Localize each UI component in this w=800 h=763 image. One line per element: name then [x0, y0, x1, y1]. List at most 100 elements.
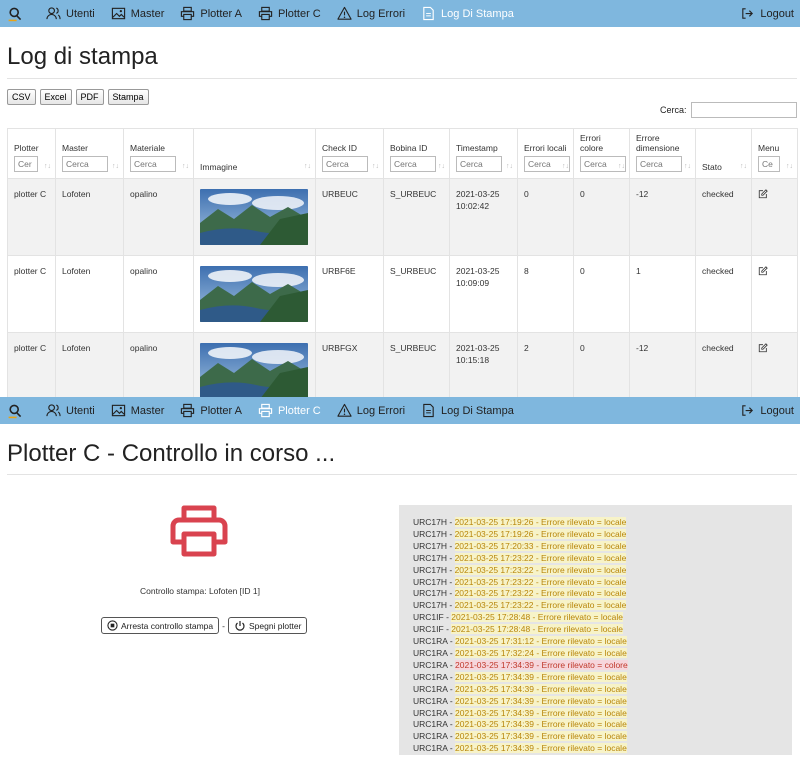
search-input[interactable] [690, 102, 797, 118]
users-icon [46, 6, 66, 21]
column-header-menu[interactable]: Menu ↑↓ [751, 128, 798, 179]
column-header-immagine[interactable]: Immagine ↑↓ [193, 128, 316, 179]
logout-label: Logout [760, 404, 794, 417]
sort-icon[interactable]: ↑↓ [618, 163, 625, 170]
edit-icon[interactable] [758, 189, 768, 201]
log-separator: - [447, 588, 455, 599]
column-filter-input[interactable] [390, 156, 436, 172]
log-entry: URC1IF - 2021-03-25 17:28:48 - Errore ri… [413, 624, 792, 636]
column-label: Bobina ID [390, 143, 428, 153]
export-pdf-button[interactable]: PDF [75, 89, 104, 105]
log-entry: URC1RA - 2021-03-25 17:34:39 - Errore ri… [413, 683, 792, 696]
page-title: Log di stampa [7, 43, 158, 70]
power-icon [235, 620, 245, 631]
nav-item-master[interactable]: Master [111, 6, 164, 21]
column-label: Errore dimensione [636, 133, 680, 153]
nav-item-plotter-c[interactable]: Plotter C [258, 6, 321, 21]
column-label: Immagine [200, 162, 238, 172]
log-entry: URC17H - 2021-03-25 17:23:22 - Errore ri… [413, 588, 792, 600]
column-header-errori-locali[interactable]: Errori locali ↑↓ [517, 128, 574, 179]
column-filter-input[interactable] [322, 156, 368, 172]
column-header-stato[interactable]: Stato ↑↓ [695, 128, 752, 179]
timestamp-time: 10:15:18 [456, 355, 490, 365]
sort-icon[interactable]: ↑↓ [562, 163, 569, 170]
log-code: URC1RA [413, 719, 448, 730]
stop-control-button[interactable]: Arresta controllo stampa [101, 617, 220, 634]
column-label: Menu [758, 143, 780, 153]
column-header-bobina-id[interactable]: Bobina ID ↑↓ [383, 128, 450, 179]
log-message: 2021-03-25 17:34:39 - Errore rilevato = … [455, 707, 627, 718]
log-message: 2021-03-25 17:34:39 - Errore rilevato = … [455, 731, 627, 742]
column-filter-input[interactable] [14, 156, 38, 172]
warning-icon [337, 403, 357, 418]
cell-image [193, 255, 316, 333]
sort-icon[interactable]: ↑↓ [304, 163, 311, 170]
column-label: Materiale [130, 143, 165, 153]
sort-icon[interactable]: ↑↓ [182, 163, 189, 170]
column-header-errori-colore[interactable]: Errori colore ↑↓ [573, 128, 630, 179]
sort-icon[interactable]: ↑↓ [112, 163, 119, 170]
log-entry: URC17H - 2021-03-25 17:23:22 - Errore ri… [413, 576, 792, 589]
log-code: URC1RA [413, 636, 448, 647]
export-excel-button[interactable]: Excel [39, 89, 72, 105]
log-message: 2021-03-25 17:19:26 - Errore rilevato = … [454, 528, 627, 539]
sort-icon[interactable]: ↑↓ [438, 163, 445, 170]
cell-master: Lofoten [55, 178, 124, 256]
cell-materiale: opalino [123, 255, 194, 333]
nav-item-log-di-stampa[interactable]: Log Di Stampa [421, 403, 514, 418]
edit-icon[interactable] [758, 266, 768, 278]
nav-item-master[interactable]: Master [111, 403, 164, 418]
nav-item-log-errori[interactable]: Log Errori [337, 6, 405, 21]
log-message: 2021-03-25 17:34:39 - Errore rilevato = … [455, 719, 627, 730]
column-filter-input[interactable] [758, 156, 780, 172]
cell-err-dim: 1 [629, 255, 696, 333]
cell-err-colore: 0 [573, 255, 630, 333]
sort-icon[interactable]: ↑↓ [372, 163, 379, 170]
nav-item-plotter-c[interactable]: Plotter C [258, 403, 321, 418]
master-thumbnail[interactable] [200, 189, 308, 245]
log-entry: URC1RA - 2021-03-25 17:34:39 - Errore ri… [413, 707, 792, 720]
master-thumbnail[interactable] [200, 343, 308, 399]
master-thumbnail[interactable] [200, 266, 308, 322]
log-separator: - [447, 576, 455, 587]
nav-item-utenti[interactable]: Utenti [46, 403, 95, 418]
cell-plotter: plotter C [7, 178, 56, 256]
cell-stato: checked [695, 178, 752, 256]
nav-item-plotter-a[interactable]: Plotter A [180, 403, 242, 418]
column-filter-input[interactable] [636, 156, 682, 172]
power-off-button[interactable]: Spegni plotter [227, 617, 308, 634]
nav-item-log-errori[interactable]: Log Errori [337, 403, 405, 418]
log-message: 2021-03-25 17:28:48 - Errore rilevato = … [451, 612, 624, 623]
logo-icon[interactable] [4, 400, 26, 422]
sort-icon[interactable]: ↑↓ [44, 163, 51, 170]
sort-icon[interactable]: ↑↓ [786, 163, 793, 170]
sort-icon[interactable]: ↑↓ [506, 163, 513, 170]
title-divider [7, 474, 797, 475]
nav-item-plotter-a[interactable]: Plotter A [180, 6, 242, 21]
column-header-errore-dimensione[interactable]: Errore dimensione ↑↓ [629, 128, 696, 179]
log-code: URC17H [413, 540, 448, 551]
column-header-check-id[interactable]: Check ID ↑↓ [315, 128, 384, 179]
sort-icon[interactable]: ↑↓ [684, 163, 691, 170]
edit-icon[interactable] [758, 343, 768, 355]
column-header-timestamp[interactable]: Timestamp ↑↓ [449, 128, 518, 179]
image-icon [111, 6, 131, 21]
column-filter-input[interactable] [456, 156, 502, 172]
nav-item-utenti[interactable]: Utenti [46, 6, 95, 21]
logout-button[interactable]: Logout [740, 403, 794, 418]
column-header-master[interactable]: Master ↑↓ [55, 128, 124, 179]
logo-icon[interactable] [4, 3, 26, 25]
cell-timestamp: 2021-03-25 10:02:42 [449, 178, 518, 256]
logout-button[interactable]: Logout [740, 6, 794, 21]
sort-icon[interactable]: ↑↓ [740, 163, 747, 170]
nav-item-log-di-stampa[interactable]: Log Di Stampa [421, 6, 514, 21]
column-filter-input[interactable] [130, 156, 176, 172]
export-csv-button[interactable]: CSV [7, 89, 36, 105]
column-header-materiale[interactable]: Materiale ↑↓ [123, 128, 194, 179]
column-filter-input[interactable] [62, 156, 108, 172]
printer-icon [258, 403, 278, 418]
cell-err-locali: 8 [517, 255, 574, 333]
export-stampa-button[interactable]: Stampa [107, 89, 149, 105]
column-header-plotter[interactable]: Plotter ↑↓ [7, 128, 56, 179]
nav-item-label: Plotter A [200, 404, 242, 417]
